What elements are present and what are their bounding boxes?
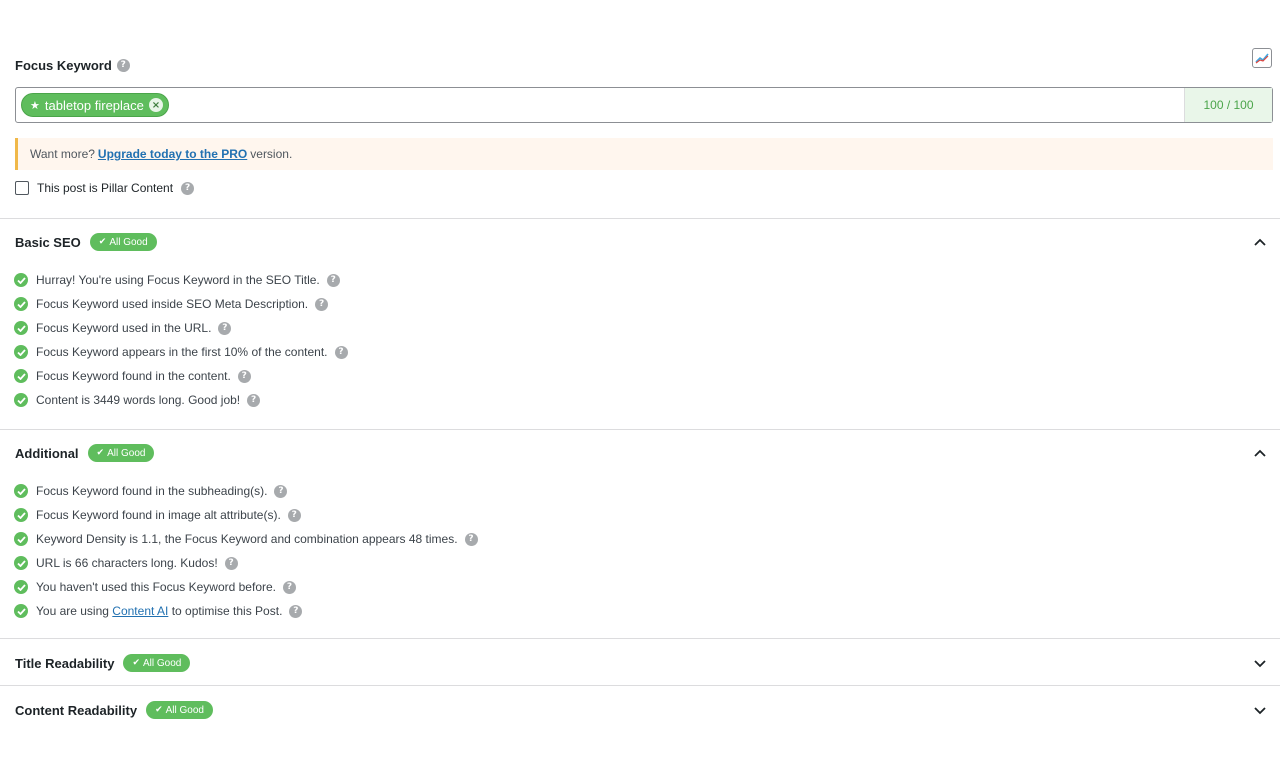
check-item: Content is 3449 words long. Good job!? bbox=[14, 388, 348, 412]
divider bbox=[0, 685, 1280, 686]
check-icon: ✔ bbox=[98, 237, 107, 247]
check-text-suffix: to optimise this Post. bbox=[171, 604, 283, 618]
pillar-content-checkbox[interactable] bbox=[15, 181, 29, 195]
check-text: Content is 3449 words long. Good job! bbox=[36, 393, 241, 407]
check-text-prefix: You are using bbox=[36, 604, 109, 618]
focus-keyword-label: Focus Keyword bbox=[15, 58, 112, 73]
help-icon[interactable]: ? bbox=[315, 297, 329, 311]
check-circle-icon bbox=[14, 580, 28, 594]
check-item: Focus Keyword used in the URL.? bbox=[14, 316, 348, 340]
help-icon[interactable]: ? bbox=[334, 345, 348, 359]
check-list-additional: Focus Keyword found in the subheading(s)… bbox=[14, 479, 478, 623]
check-list-basic-seo: Hurray! You're using Focus Keyword in th… bbox=[14, 268, 348, 412]
check-circle-icon bbox=[14, 556, 28, 570]
seo-score: 100 / 100 bbox=[1184, 88, 1272, 122]
check-text: Focus Keyword found in image alt attribu… bbox=[36, 508, 281, 522]
remove-keyword-icon[interactable]: × bbox=[148, 98, 163, 112]
pillar-content-row: This post is Pillar Content ? bbox=[15, 181, 195, 195]
keyword-tag[interactable]: ★ tabletop fireplace × bbox=[21, 93, 169, 117]
chevron-down-icon[interactable] bbox=[1254, 707, 1266, 715]
status-badge: ✔ All Good bbox=[123, 654, 191, 672]
notice-suffix: version. bbox=[250, 147, 293, 161]
help-icon[interactable]: ? bbox=[274, 484, 288, 498]
check-text: Hurray! You're using Focus Keyword in th… bbox=[36, 273, 320, 287]
check-item: You are using Content AI to optimise thi… bbox=[14, 599, 478, 623]
check-circle-icon bbox=[14, 532, 28, 546]
check-item: URL is 66 characters long. Kudos!? bbox=[14, 551, 478, 575]
check-circle-icon bbox=[14, 369, 28, 383]
check-text: Focus Keyword used inside SEO Meta Descr… bbox=[36, 297, 309, 311]
help-icon[interactable]: ? bbox=[287, 508, 301, 522]
notice-prefix: Want more? bbox=[30, 147, 95, 161]
check-circle-icon bbox=[14, 484, 28, 498]
content-ai-link[interactable]: Content AI bbox=[112, 604, 168, 618]
check-text: Keyword Density is 1.1, the Focus Keywor… bbox=[36, 532, 458, 546]
check-item: Focus Keyword found in the subheading(s)… bbox=[14, 479, 478, 503]
focus-keyword-input[interactable]: ★ tabletop fireplace × 100 / 100 bbox=[15, 87, 1273, 123]
section-header-title-readability[interactable]: Title Readability ✔ All Good bbox=[15, 654, 191, 672]
chevron-up-icon[interactable] bbox=[1254, 238, 1266, 246]
divider bbox=[0, 429, 1280, 430]
check-text: Focus Keyword found in the subheading(s)… bbox=[36, 484, 268, 498]
status-badge: ✔ All Good bbox=[89, 233, 157, 251]
trending-up-icon bbox=[1255, 53, 1269, 64]
check-item: Focus Keyword found in image alt attribu… bbox=[14, 503, 478, 527]
check-item: Keyword Density is 1.1, the Focus Keywor… bbox=[14, 527, 478, 551]
check-circle-icon bbox=[14, 321, 28, 335]
check-circle-icon bbox=[14, 345, 28, 359]
help-icon[interactable]: ? bbox=[283, 580, 296, 594]
chevron-up-icon[interactable] bbox=[1254, 449, 1266, 457]
divider bbox=[0, 218, 1280, 219]
help-icon[interactable]: ? bbox=[181, 181, 195, 195]
check-item: You haven't used this Focus Keyword befo… bbox=[14, 575, 478, 599]
check-text: URL is 66 characters long. Kudos! bbox=[36, 556, 218, 570]
help-icon[interactable]: ? bbox=[218, 321, 232, 335]
chevron-down-icon[interactable] bbox=[1254, 660, 1266, 668]
focus-keyword-label-row: Focus Keyword ? bbox=[15, 58, 130, 73]
check-icon: ✔ bbox=[96, 448, 105, 458]
check-item: Focus Keyword used inside SEO Meta Descr… bbox=[14, 292, 348, 316]
section-title: Title Readability bbox=[15, 655, 115, 671]
keyword-tag-text: tabletop fireplace bbox=[44, 97, 144, 113]
check-circle-icon bbox=[14, 393, 28, 407]
check-circle-icon bbox=[14, 273, 28, 287]
section-title: Basic SEO bbox=[15, 234, 81, 250]
check-item: Focus Keyword found in the content.? bbox=[14, 364, 348, 388]
upgrade-link[interactable]: Upgrade today to the PRO bbox=[98, 147, 247, 161]
section-title: Content Readability bbox=[15, 702, 138, 718]
status-badge-text: All Good bbox=[143, 657, 182, 669]
check-text: Focus Keyword appears in the first 10% o… bbox=[36, 345, 328, 359]
status-badge-text: All Good bbox=[109, 236, 148, 248]
status-badge: ✔ All Good bbox=[146, 701, 213, 719]
check-item: Hurray! You're using Focus Keyword in th… bbox=[14, 268, 348, 292]
check-text: Focus Keyword found in the content. bbox=[36, 369, 231, 383]
help-icon[interactable]: ? bbox=[464, 532, 478, 546]
check-text: You haven't used this Focus Keyword befo… bbox=[36, 580, 276, 594]
check-circle-icon bbox=[14, 604, 28, 618]
help-icon[interactable]: ? bbox=[247, 393, 261, 407]
help-icon[interactable]: ? bbox=[289, 604, 303, 618]
section-header-additional[interactable]: Additional ✔ All Good bbox=[15, 444, 155, 462]
status-badge-text: All Good bbox=[107, 447, 146, 459]
check-text: Focus Keyword used in the URL. bbox=[36, 321, 212, 335]
check-circle-icon bbox=[14, 297, 28, 311]
section-title: Additional bbox=[15, 445, 79, 461]
help-icon[interactable]: ? bbox=[116, 59, 130, 72]
status-badge-text: All Good bbox=[165, 704, 204, 716]
check-icon: ✔ bbox=[155, 705, 163, 715]
divider bbox=[0, 638, 1280, 639]
check-circle-icon bbox=[14, 508, 28, 522]
section-header-basic-seo[interactable]: Basic SEO ✔ All Good bbox=[15, 233, 157, 251]
check-item: Focus Keyword appears in the first 10% o… bbox=[14, 340, 348, 364]
upgrade-notice: Want more? Upgrade today to the PRO vers… bbox=[15, 138, 1273, 170]
trends-button[interactable] bbox=[1252, 48, 1272, 68]
help-icon[interactable]: ? bbox=[326, 273, 340, 287]
pillar-content-label[interactable]: This post is Pillar Content bbox=[37, 181, 173, 195]
help-icon[interactable]: ? bbox=[237, 369, 251, 383]
star-icon[interactable]: ★ bbox=[30, 99, 40, 112]
section-header-content-readability[interactable]: Content Readability ✔ All Good bbox=[15, 701, 213, 719]
help-icon[interactable]: ? bbox=[224, 556, 238, 570]
check-icon: ✔ bbox=[132, 658, 141, 668]
status-badge: ✔ All Good bbox=[87, 444, 155, 462]
